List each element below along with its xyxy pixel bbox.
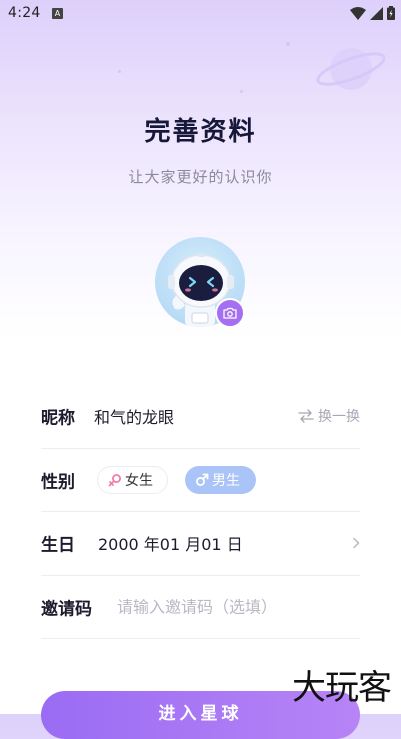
- gender-female-option[interactable]: 女生: [97, 465, 168, 494]
- gender-options: 女生 男生: [97, 465, 256, 494]
- birthday-label: 生日: [41, 535, 75, 556]
- page-title: 完善资料: [144, 117, 257, 147]
- gender-male-label: 男生: [212, 472, 240, 489]
- status-icons: [350, 6, 395, 20]
- page-subtitle: 让大家更好的认识你: [128, 168, 273, 186]
- female-symbol-icon: [108, 473, 121, 487]
- wifi-icon: [350, 6, 366, 20]
- planet-icon: [316, 48, 385, 90]
- status-time: 4:24: [8, 5, 41, 21]
- birthday-row[interactable]: 生日 2000 年01 月01 日: [41, 512, 360, 576]
- change-avatar-button[interactable]: [215, 298, 245, 328]
- shuffle-label: 换一换: [318, 409, 360, 426]
- battery-icon: [387, 6, 395, 20]
- shuffle-icon: [298, 409, 314, 423]
- cell-signal-icon: [370, 6, 383, 20]
- star-dot: [118, 70, 121, 73]
- notification-a-icon: A: [52, 8, 63, 19]
- nickname-value[interactable]: 和气的龙眼: [94, 404, 174, 428]
- nickname-label: 昵称: [41, 408, 75, 429]
- gender-male-option[interactable]: 男生: [185, 465, 256, 494]
- profile-form: 昵称 和气的龙眼 换一换 性别 女生 男生 生日 2000 年01 月01 日 …: [41, 385, 360, 639]
- invite-code-label: 邀请码: [41, 599, 92, 620]
- gender-female-label: 女生: [125, 472, 153, 489]
- nickname-row: 昵称 和气的龙眼 换一换: [41, 385, 360, 449]
- gender-label: 性别: [41, 472, 75, 493]
- shuffle-nickname-button[interactable]: 换一换: [298, 406, 360, 426]
- star-dot: [240, 90, 243, 93]
- chevron-right-icon: [353, 538, 360, 549]
- status-bar: 4:24 A: [0, 0, 401, 28]
- gender-row: 性别 女生 男生: [41, 449, 360, 512]
- watermark-logo: 大玩客: [292, 668, 392, 708]
- invite-code-row: 邀请码: [41, 576, 360, 639]
- invite-code-input[interactable]: [117, 597, 357, 617]
- camera-icon: [223, 307, 237, 319]
- birthday-value[interactable]: 2000 年01 月01 日: [98, 531, 243, 555]
- male-symbol-icon: [196, 473, 209, 486]
- star-dot: [286, 42, 290, 46]
